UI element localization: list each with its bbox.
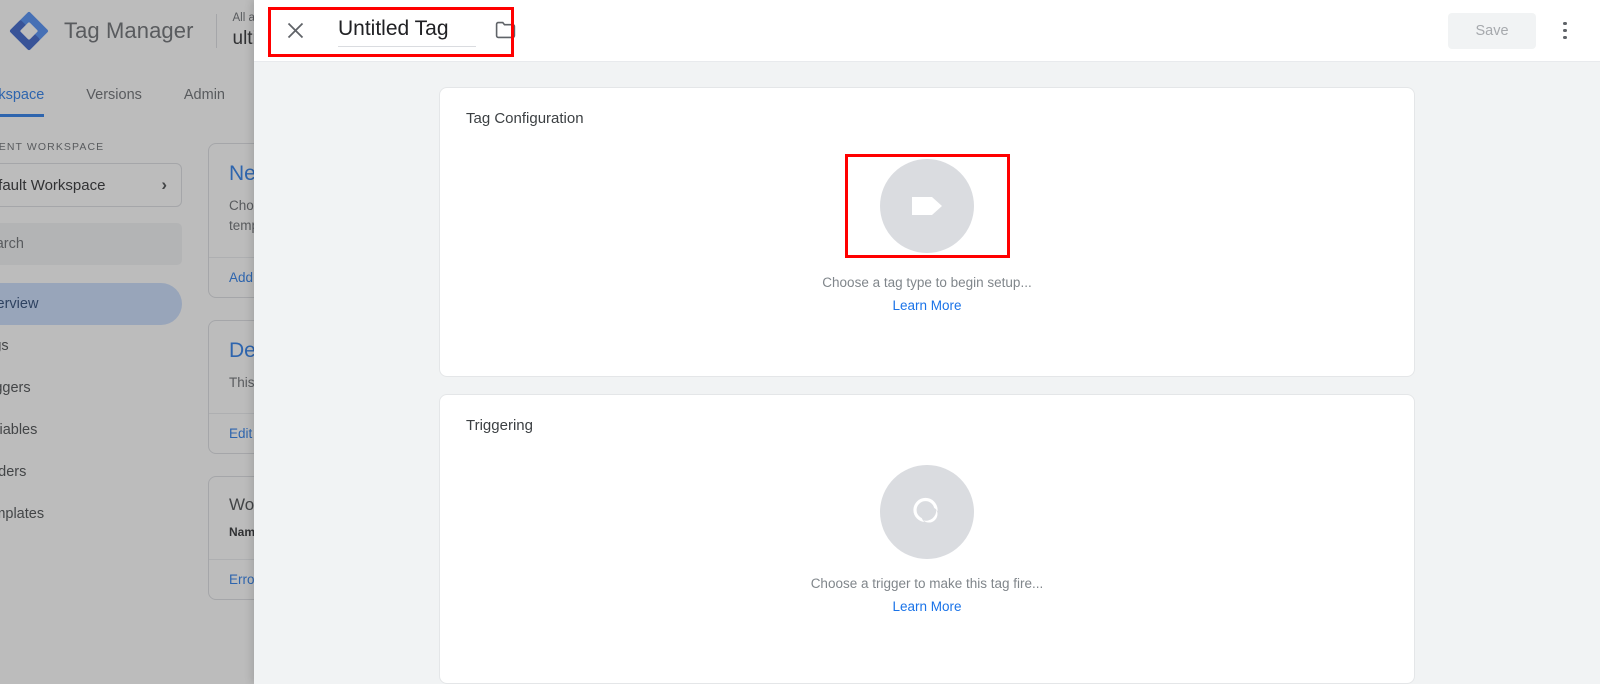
product-title: Tag Manager bbox=[64, 18, 194, 43]
search-input[interactable]: Search bbox=[0, 223, 182, 265]
tag-editor-header: Save bbox=[254, 0, 1600, 62]
trigger-icon[interactable] bbox=[880, 465, 974, 559]
tag-name-field-wrap bbox=[338, 15, 520, 47]
sidebar-section-label: CURRENT WORKSPACE bbox=[0, 141, 105, 153]
sidebar-item-overview[interactable]: Overview bbox=[0, 283, 182, 325]
sidebar-item-triggers[interactable]: Triggers bbox=[0, 367, 182, 409]
close-icon[interactable] bbox=[278, 14, 312, 48]
screen-root: Tag Manager All accounts ulti Workspace … bbox=[0, 0, 1600, 684]
chevron-right-icon: › bbox=[161, 175, 167, 194]
tag-config-hint: Choose a tag type to begin setup... bbox=[822, 275, 1032, 290]
sidebar-item-tags[interactable]: Tags bbox=[0, 325, 182, 367]
workspace-selector[interactable]: Default Workspace › bbox=[0, 163, 182, 207]
tab-admin[interactable]: Admin bbox=[184, 87, 225, 117]
workspace-name: Default Workspace bbox=[0, 176, 106, 194]
triggering-empty-state[interactable]: Choose a trigger to make this tag fire..… bbox=[440, 465, 1414, 614]
sidebar: CURRENT WORKSPACE Default Workspace › Se… bbox=[0, 117, 200, 684]
sidebar-item-templates[interactable]: Templates bbox=[0, 493, 182, 535]
tag-name-input[interactable] bbox=[338, 16, 476, 47]
tab-workspace[interactable]: Workspace bbox=[0, 87, 45, 117]
triggering-card: Triggering Choose a trigger to make this… bbox=[439, 394, 1415, 684]
folder-icon[interactable] bbox=[490, 15, 520, 45]
tag-config-learn-more-link[interactable]: Learn More bbox=[892, 298, 961, 313]
tag-icon-highlight-box bbox=[844, 154, 1010, 258]
tab-versions[interactable]: Versions bbox=[86, 87, 142, 117]
tag-icon[interactable] bbox=[880, 159, 974, 253]
tag-configuration-card: Tag Configuration Choose a tag type to b… bbox=[439, 87, 1415, 377]
triggering-hint: Choose a trigger to make this tag fire..… bbox=[810, 576, 1044, 591]
save-button[interactable]: Save bbox=[1448, 12, 1536, 49]
search-placeholder: Search bbox=[0, 236, 24, 252]
topbar-divider bbox=[215, 14, 217, 48]
sidebar-nav: Overview Tags Triggers Variables Folders… bbox=[0, 283, 200, 535]
more-vert-icon[interactable] bbox=[1546, 12, 1584, 50]
tag-editor-panel: Save Tag Configuration Choos bbox=[254, 0, 1600, 684]
gtm-diamond-logo-icon[interactable] bbox=[6, 8, 52, 54]
section-title: Tag Configuration bbox=[466, 110, 584, 127]
tag-config-empty-state[interactable]: Choose a tag type to begin setup... Lear… bbox=[440, 154, 1414, 313]
section-title: Triggering bbox=[466, 417, 533, 434]
tag-editor-body: Tag Configuration Choose a tag type to b… bbox=[254, 62, 1600, 684]
triggering-learn-more-link[interactable]: Learn More bbox=[892, 599, 961, 614]
sidebar-item-folders[interactable]: Folders bbox=[0, 451, 182, 493]
sidebar-item-variables[interactable]: Variables bbox=[0, 409, 182, 451]
